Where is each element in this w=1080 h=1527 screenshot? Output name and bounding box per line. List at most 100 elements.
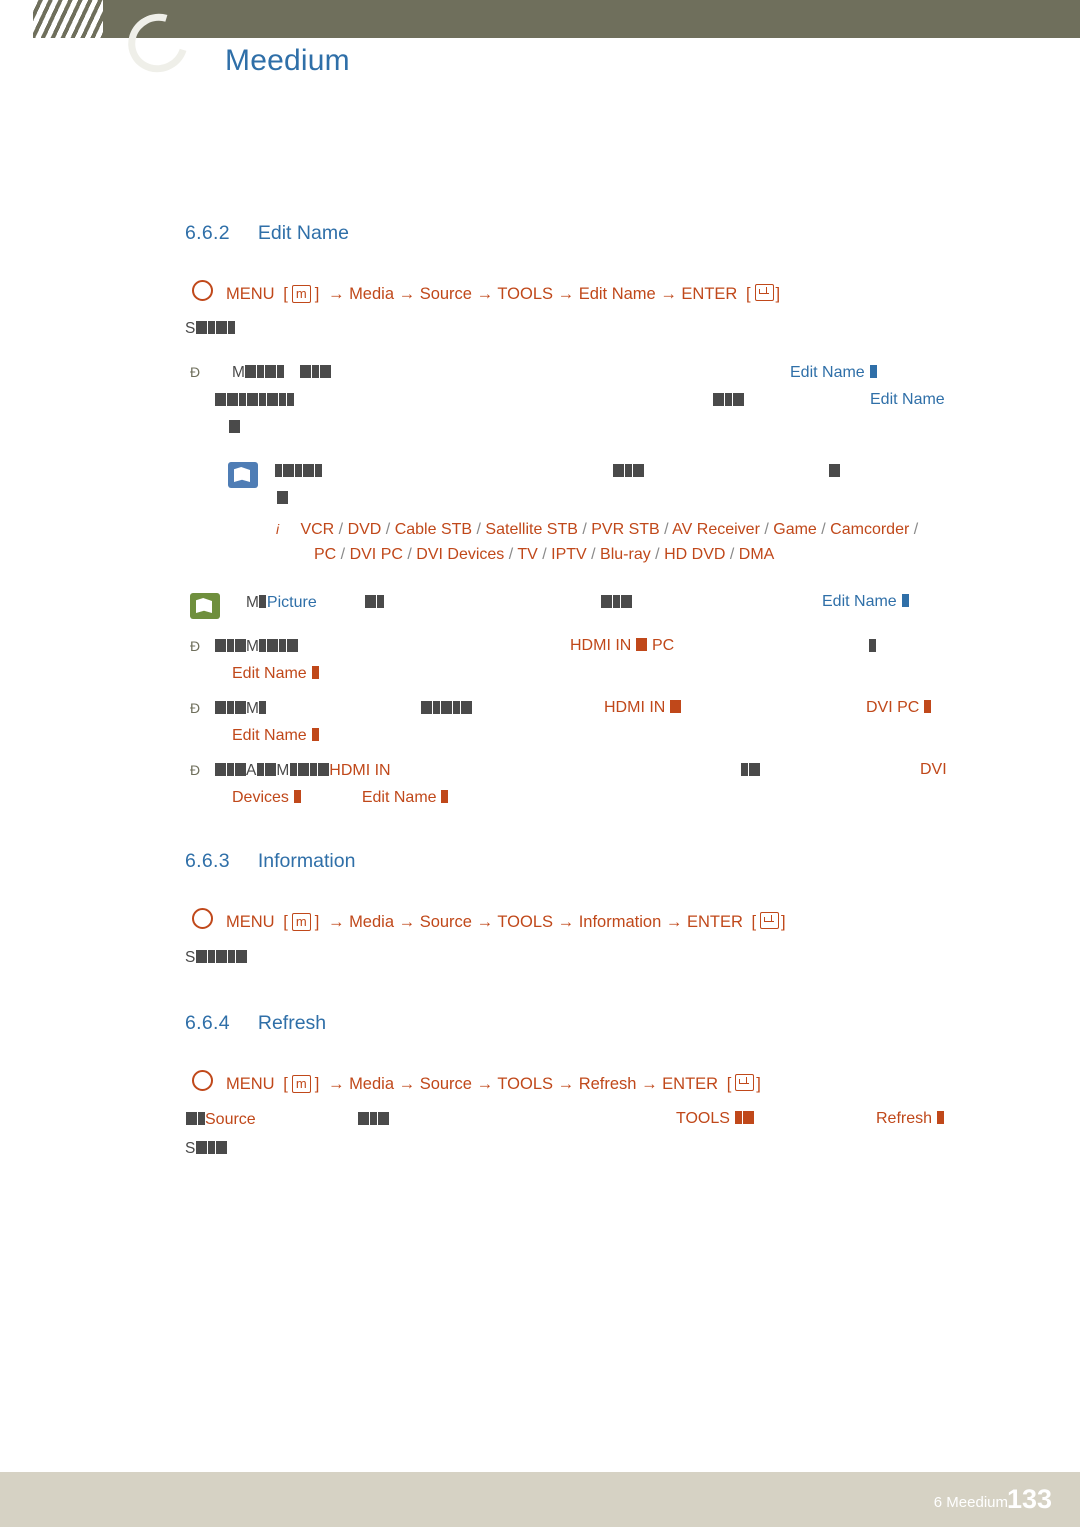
note-icon-2: [190, 593, 220, 619]
path2-arrow-4: →: [557, 913, 575, 931]
enter-key-icon-2: [760, 912, 780, 929]
section-6-6-4-body-1: Source: [185, 1111, 256, 1129]
path-arrow-1: →: [327, 285, 345, 303]
path2-step-tools: TOOLS: [497, 913, 554, 931]
info-italic-icon: i: [276, 521, 280, 537]
section-6-6-4-body-2: [357, 1111, 389, 1129]
enter-key-icon: [754, 284, 774, 301]
edit-name-label-5: Edit Name: [232, 727, 307, 744]
footer-chapter-label: 6 Meedium: [933, 1494, 1008, 1511]
picture-label: Picture: [266, 594, 317, 611]
note-2-text-b: [364, 594, 384, 612]
hdmi-in-label-2: HDMI IN: [604, 699, 666, 716]
note-1-text-b: [612, 463, 644, 481]
enter-key-icon-3: [735, 1074, 755, 1091]
note-1-text: [274, 463, 322, 481]
list-dash-1: Ð: [190, 364, 201, 380]
path-menu-label: MENU: [226, 285, 275, 303]
note-1-text-d: [276, 490, 288, 508]
path3-arrow-2: →: [398, 1075, 416, 1093]
device-game: Game: [773, 521, 817, 538]
heading-6-6-2-title: Edit Name: [257, 222, 349, 244]
path-step-media: Media: [349, 285, 395, 303]
path2-arrow-3: →: [476, 913, 494, 931]
section-6-6-2-lead: S: [185, 320, 235, 338]
menu-keycap-icon-2: m: [291, 913, 311, 931]
heading-6-6-3-number: 6.6.3: [185, 850, 230, 872]
device-av-receiver: AV Receiver: [672, 521, 760, 538]
refresh-ref: Refresh: [876, 1110, 944, 1128]
note-2-text: M Picture: [246, 594, 317, 611]
dvi-pc-ref: DVI PC: [866, 699, 932, 717]
edit-name-ref-3: Edit Name: [822, 593, 909, 611]
section-6-6-2-para-6b: [740, 762, 760, 780]
section-6-6-3-lead: S: [185, 949, 247, 967]
bullet-circle-icon: [192, 280, 213, 301]
menu-keycap-icon-3: m: [291, 1075, 311, 1093]
dvi-label: DVI: [920, 761, 947, 778]
path-menu-label-2: MENU: [226, 913, 275, 931]
section-6-6-2-para-4b: [868, 638, 876, 656]
path3-step-media: Media: [349, 1075, 395, 1093]
path-step-tools: TOOLS: [497, 285, 554, 303]
section-6-6-2-para-1: M: [232, 364, 331, 382]
device-dvi-pc: DVI PC: [349, 546, 403, 563]
devices-label: Devices: [232, 789, 289, 806]
heading-6-6-2: 6.6.2 Edit Name: [185, 222, 349, 245]
list-dash-3: Ð: [190, 700, 201, 716]
section-6-6-2-para-5b: [420, 700, 472, 718]
section-6-6-4-body-3: S: [185, 1140, 227, 1158]
device-cable-stb: Cable STB: [394, 521, 473, 538]
path-arrow-2: →: [398, 285, 416, 303]
path2-arrow-1: →: [327, 913, 345, 931]
footer-page-number: 133: [1006, 1484, 1052, 1514]
bullet-circle-icon-2: [192, 908, 213, 929]
device-hd-dvd: HD DVD: [664, 546, 726, 563]
menu-path-information: MENU [m] → Media → Source → TOOLS → Info…: [192, 908, 788, 932]
tools-label: TOOLS: [676, 1110, 730, 1127]
device-camcorder: Camcorder: [830, 521, 910, 538]
tools-ref: TOOLS: [676, 1110, 754, 1128]
edit-name-label-4: Edit Name: [232, 665, 307, 682]
menu-path-refresh: MENU [m] → Media → Source → TOOLS → Refr…: [192, 1070, 763, 1094]
path2-step-media: Media: [349, 913, 395, 931]
path-arrow-4: →: [557, 285, 575, 303]
devices-edit-name-line: Devices Edit Name: [232, 789, 449, 807]
device-blu-ray: Blu-ray: [600, 546, 651, 563]
device-tv: TV: [517, 546, 538, 563]
section-6-6-2-para-5: M: [214, 700, 267, 718]
section-6-6-2-para-2b: [712, 392, 744, 410]
path-arrow-5: →: [660, 285, 677, 303]
edit-name-label-1: Edit Name: [790, 364, 865, 381]
heading-6-6-4: 6.6.4 Refresh: [185, 1012, 326, 1035]
path2-step-information: Information: [578, 913, 662, 931]
note-2-text-c: [600, 594, 632, 612]
path3-enter-label: ENTER: [662, 1075, 719, 1093]
header-hatch-pattern: [33, 0, 103, 38]
dvi-pc-label: DVI PC: [866, 699, 920, 716]
device-pvr-stb: PVR STB: [591, 521, 660, 538]
path3-step-refresh: Refresh: [578, 1075, 637, 1093]
heading-6-6-4-number: 6.6.4: [185, 1012, 230, 1034]
path-enter-label: ENTER: [681, 285, 738, 303]
list-dash-2: Ð: [190, 638, 201, 654]
path-arrow-3: →: [476, 285, 494, 303]
edit-name-ref-2: Edit Name: [870, 391, 945, 409]
heading-6-6-4-title: Refresh: [257, 1012, 327, 1034]
device-dma: DMA: [738, 546, 775, 563]
path3-arrow-3: →: [476, 1075, 494, 1093]
device-vcr: VCR: [300, 521, 335, 538]
page-content: Meedium 6.6.2 Edit Name MENU [m] → Media …: [0, 0, 1080, 1527]
hdmi-in-pc-ref: HDMI IN PC: [570, 637, 674, 655]
edit-name-ref-4: Edit Name: [232, 665, 319, 683]
pc-label: PC: [651, 637, 675, 654]
list-dash-4: Ð: [190, 762, 201, 778]
refresh-label: Refresh: [876, 1110, 933, 1127]
device-type-list-row-1: i VCR / DVD / Cable STB / Satellite STB …: [276, 521, 919, 538]
heading-6-6-3-title: Information: [257, 850, 356, 872]
edit-name-label-3: Edit Name: [822, 593, 897, 610]
path3-arrow-4: →: [557, 1075, 575, 1093]
hdmi-in-label-1: HDMI IN: [570, 637, 632, 654]
path-step-edit-name: Edit Name: [578, 285, 656, 303]
section-6-6-2-para-3: [228, 419, 240, 437]
